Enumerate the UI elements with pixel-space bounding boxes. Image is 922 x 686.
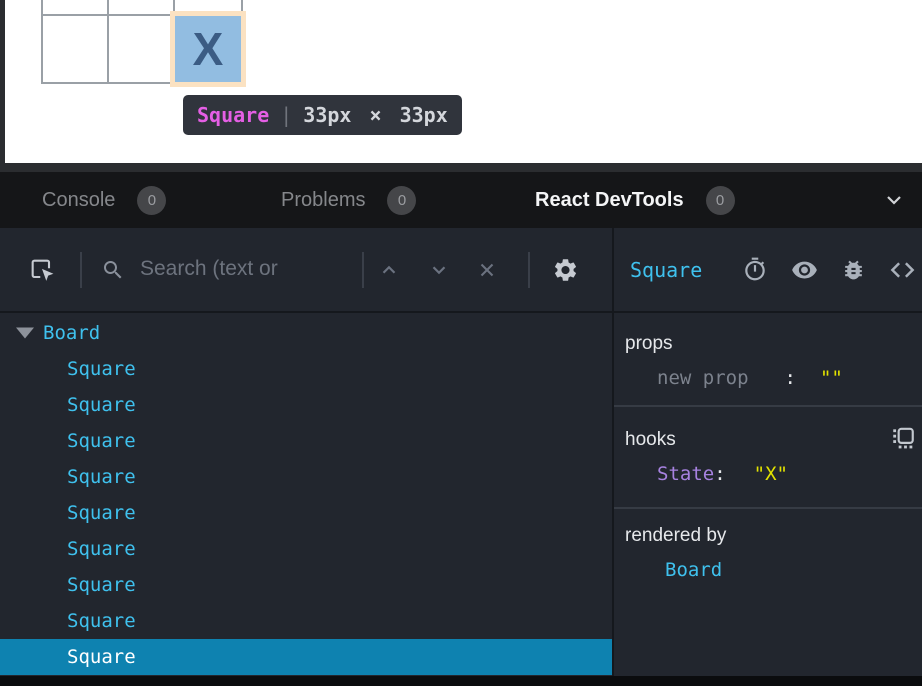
tree-row-label: Square xyxy=(67,610,136,632)
search-prev-icon[interactable] xyxy=(378,259,400,281)
board-square[interactable] xyxy=(43,16,109,82)
component-tree: Board Square Square Square Square Square… xyxy=(0,315,612,675)
board-square[interactable] xyxy=(109,16,175,82)
tab-react-devtools[interactable]: React DevTools 0 xyxy=(535,172,735,228)
board-square[interactable] xyxy=(43,0,109,16)
expand-caret-icon[interactable] xyxy=(16,328,34,339)
tictactoe-board: X xyxy=(41,0,243,84)
tab-problems[interactable]: Problems 0 xyxy=(281,172,416,228)
inspect-dom-eye-icon[interactable] xyxy=(791,256,818,283)
tab-problems-label: Problems xyxy=(281,189,365,212)
tab-console-badge: 0 xyxy=(137,186,166,215)
react-devtools-panel: Square Board xyxy=(0,228,922,676)
search-next-icon[interactable] xyxy=(428,259,450,281)
component-details-panel: props new prop : "" hooks xyxy=(614,313,922,676)
tree-row-label: Square xyxy=(67,466,136,488)
inspect-element-icon[interactable] xyxy=(28,256,56,284)
chevron-down-icon[interactable] xyxy=(882,188,906,212)
devtools-tab-bar: Console 0 Problems 0 React DevTools 0 xyxy=(0,172,922,228)
search-icon xyxy=(101,258,125,282)
screenshot-root: X Square | 33px × 33px Console 0 Problem… xyxy=(0,0,922,686)
hooks-section: hooks State : "X" xyxy=(614,405,922,507)
tab-console[interactable]: Console 0 xyxy=(42,172,166,228)
tree-row-square[interactable]: Square xyxy=(0,459,612,495)
tree-row-label: Square xyxy=(67,358,136,380)
tree-row-square-selected[interactable]: Square xyxy=(0,639,612,675)
tooltip-dimensions: 33px × 33px xyxy=(303,103,447,127)
tree-row-label: Square xyxy=(67,646,136,668)
tree-row-board[interactable]: Board xyxy=(0,315,612,351)
tab-problems-badge: 0 xyxy=(387,186,416,215)
tree-row-label: Square xyxy=(67,538,136,560)
suspense-timer-icon[interactable] xyxy=(742,256,768,283)
toolbar-divider xyxy=(528,252,530,288)
view-source-code-icon[interactable] xyxy=(889,256,916,283)
parse-hook-names-icon[interactable] xyxy=(890,425,916,451)
tree-row-label: Square xyxy=(67,574,136,596)
tree-row-square[interactable]: Square xyxy=(0,423,612,459)
tree-row-square[interactable]: Square xyxy=(0,387,612,423)
components-toolbar xyxy=(0,228,612,311)
tab-react-devtools-label: React DevTools xyxy=(535,189,684,212)
tree-row-square[interactable]: Square xyxy=(0,495,612,531)
tab-console-label: Console xyxy=(42,189,115,212)
hook-state-value[interactable]: "X" xyxy=(754,463,788,485)
settings-gear-icon[interactable] xyxy=(552,256,579,283)
tree-row-square[interactable]: Square xyxy=(0,531,612,567)
props-section: props new prop : "" xyxy=(614,313,922,405)
tooltip-component-name: Square xyxy=(197,103,269,127)
hook-colon: : xyxy=(714,463,725,485)
toolbar-divider xyxy=(80,252,82,288)
tab-react-devtools-badge: 0 xyxy=(706,186,735,215)
hooks-title: hooks xyxy=(625,425,922,455)
page-left-edge xyxy=(0,0,5,163)
inspected-component-header: Square xyxy=(614,228,922,311)
new-prop-value-input[interactable]: "" xyxy=(820,367,843,389)
search-input[interactable] xyxy=(140,248,352,290)
tooltip-divider: | xyxy=(280,103,292,127)
rendered-by-section: rendered by Board xyxy=(614,507,922,589)
new-prop-name-input[interactable]: new prop xyxy=(657,367,749,389)
rendered-by-title: rendered by xyxy=(625,521,922,551)
bottom-edge-strip xyxy=(0,676,922,686)
board-square-highlighted[interactable]: X xyxy=(175,16,241,82)
tree-row-square[interactable]: Square xyxy=(0,567,612,603)
tree-row-label: Board xyxy=(43,322,100,344)
tree-row-label: Square xyxy=(67,430,136,452)
tree-row-square[interactable]: Square xyxy=(0,603,612,639)
tree-row-label: Square xyxy=(67,394,136,416)
rendered-by-board-link[interactable]: Board xyxy=(665,559,722,581)
toolbar-divider xyxy=(362,252,364,288)
board-square[interactable] xyxy=(109,0,175,16)
tree-row-square[interactable]: Square xyxy=(0,351,612,387)
browser-page-area: X Square | 33px × 33px xyxy=(0,0,922,163)
search-clear-icon[interactable] xyxy=(476,259,498,281)
board-square[interactable] xyxy=(175,0,241,16)
page-devtools-separator xyxy=(0,163,922,172)
log-bug-icon[interactable] xyxy=(841,256,866,283)
hook-state-name: State xyxy=(657,463,714,485)
inspected-component-name: Square xyxy=(630,258,702,282)
props-title: props xyxy=(625,329,922,359)
prop-colon: : xyxy=(785,367,796,389)
tree-row-label: Square xyxy=(67,502,136,524)
inspect-overlay-tooltip: Square | 33px × 33px xyxy=(183,95,462,135)
